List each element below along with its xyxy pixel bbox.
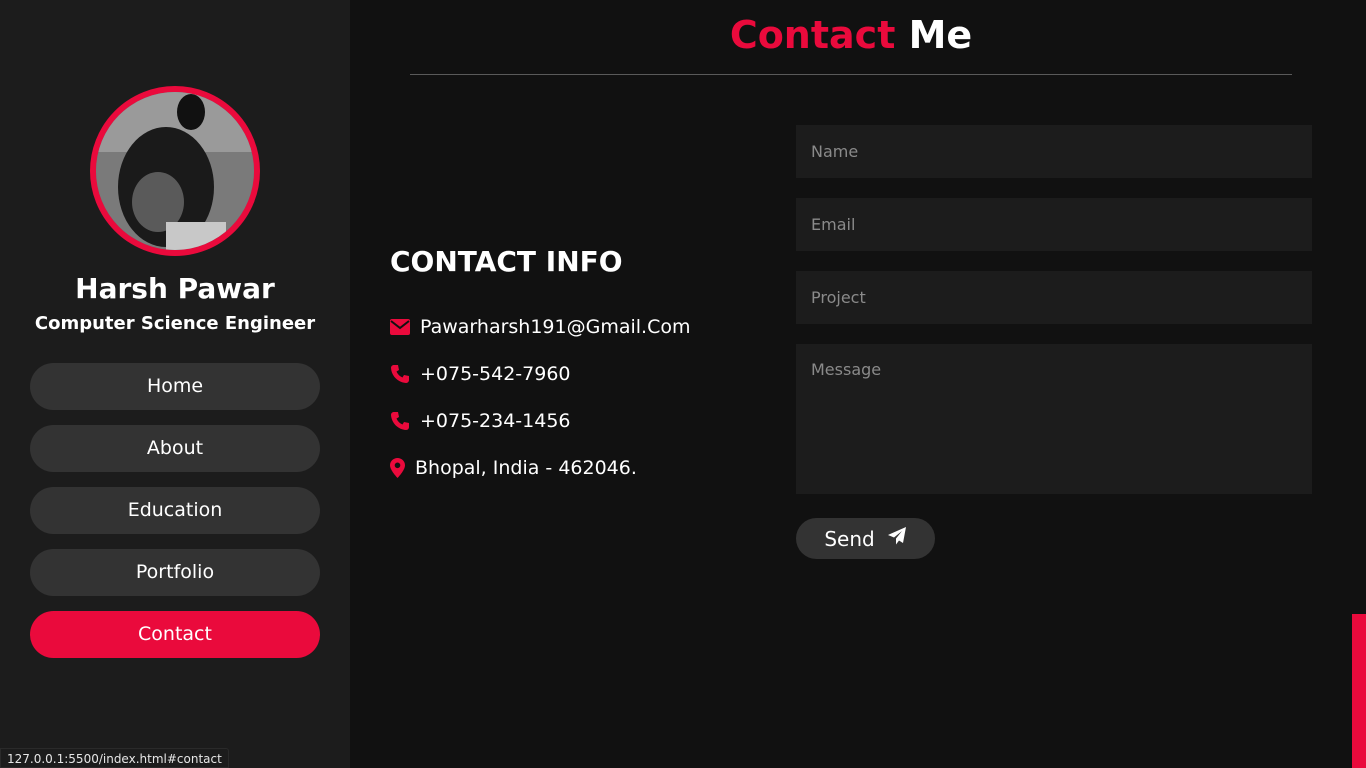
- contact-info-heading: CONTACT INFO: [390, 245, 623, 278]
- profile-role: Computer Science Engineer: [34, 313, 316, 334]
- message-textarea[interactable]: [796, 344, 1312, 494]
- section-title-accent: Contact: [729, 13, 896, 57]
- contact-section: Contact Me CONTACT INFO Pawarharsh191@Gm…: [350, 0, 1352, 768]
- title-divider: [410, 74, 1292, 75]
- status-bar-url: 127.0.0.1:5500/index.html#contact: [0, 748, 229, 768]
- contact-email-row: Pawarharsh191@Gmail.Com: [390, 314, 690, 340]
- send-button-label: Send: [824, 526, 875, 551]
- contact-email: Pawarharsh191@Gmail.Com: [420, 316, 691, 338]
- contact-phone-2: +075-234-1456: [420, 410, 571, 432]
- contact-address-row: Bhopal, India - 462046.: [390, 455, 637, 481]
- email-input[interactable]: [796, 198, 1312, 251]
- nav-education-button[interactable]: Education: [30, 487, 320, 534]
- nav-portfolio-button[interactable]: Portfolio: [30, 549, 320, 596]
- sidebar: Harsh Pawar Computer Science Engineer Ho…: [0, 0, 350, 768]
- section-title: Contact Me: [350, 13, 1352, 57]
- section-title-rest: Me: [908, 13, 973, 57]
- profile-name: Harsh Pawar: [75, 272, 275, 305]
- phone-icon: [390, 411, 410, 431]
- avatar: [90, 86, 260, 256]
- nav-home-button[interactable]: Home: [30, 363, 320, 410]
- phone-icon: [390, 364, 410, 384]
- profile-photo: [96, 92, 254, 250]
- contact-phone1-row: +075-542-7960: [390, 361, 571, 387]
- scrollbar-thumb[interactable]: [1352, 614, 1366, 768]
- name-input[interactable]: [796, 125, 1312, 178]
- envelope-icon: [390, 317, 410, 337]
- nav-about-button[interactable]: About: [30, 425, 320, 472]
- send-button[interactable]: Send: [796, 518, 935, 559]
- nav-contact-button[interactable]: Contact: [30, 611, 320, 658]
- contact-phone-1: +075-542-7960: [420, 363, 571, 385]
- paper-plane-icon: [887, 526, 907, 551]
- contact-address: Bhopal, India - 462046.: [415, 457, 637, 479]
- page-scrollbar[interactable]: [1352, 0, 1366, 768]
- project-input[interactable]: [796, 271, 1312, 324]
- contact-phone2-row: +075-234-1456: [390, 408, 571, 434]
- map-pin-icon: [390, 458, 405, 478]
